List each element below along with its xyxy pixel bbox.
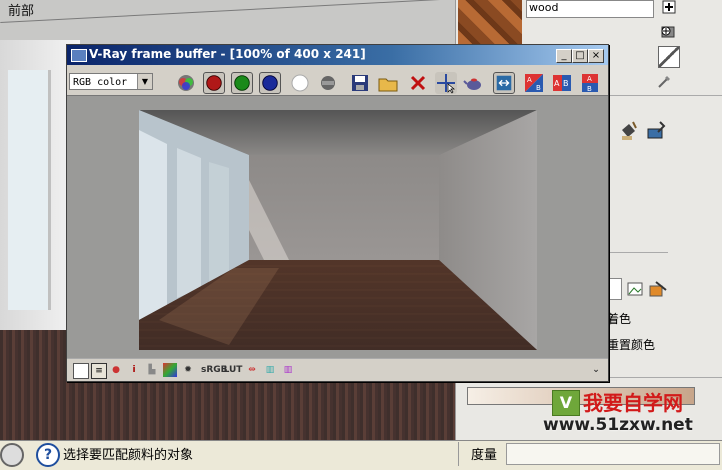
chevron-down-icon[interactable]: ⌄ (589, 363, 603, 377)
svg-text:A: A (527, 76, 532, 84)
svg-text:B: B (563, 79, 569, 88)
material-name-field[interactable]: wood (526, 0, 654, 18)
colorize-label: 着色 (607, 312, 632, 326)
minimize-button[interactable]: _ (556, 49, 572, 63)
color-corrections-icon[interactable]: ● (109, 363, 123, 377)
panel-divider (610, 95, 722, 96)
chevron-down-icon[interactable]: ▼ (137, 74, 152, 89)
color-well[interactable] (608, 278, 622, 300)
window-app-icon (71, 49, 87, 62)
load-image-icon[interactable] (377, 72, 399, 94)
blue-channel-icon[interactable] (259, 72, 281, 94)
panel-divider (610, 252, 668, 253)
help-icon[interactable]: ? (36, 443, 60, 467)
ocio-icon[interactable]: ⇹ (245, 363, 259, 377)
lut-icon[interactable] (493, 72, 515, 94)
watermark-site-name: 我要自学网 (583, 391, 683, 415)
render-area[interactable] (67, 95, 608, 358)
ab-horizontal-icon[interactable]: AB (551, 72, 573, 94)
svg-text:B: B (587, 85, 592, 93)
green-channel-icon[interactable] (231, 72, 253, 94)
paint-bucket-icon[interactable] (618, 120, 640, 142)
track-mouse-icon[interactable] (435, 72, 457, 94)
ceiling-edge-line (0, 0, 460, 24)
stamp-icon[interactable]: ▥ (263, 363, 277, 377)
window-titlebar[interactable]: V-Ray frame buffer - [100% of 400 x 241]… (67, 45, 608, 65)
status-separator (458, 442, 459, 466)
info-icon[interactable]: i (127, 363, 141, 377)
lens-effects-icon[interactable]: ▥ (281, 363, 295, 377)
alpha-channel-icon[interactable] (289, 72, 311, 94)
srgb-icon[interactable]: sRGB (201, 363, 228, 377)
eyedropper-icon[interactable] (656, 72, 674, 90)
curve-icon[interactable] (163, 363, 177, 377)
rgb-channels-icon[interactable] (175, 72, 197, 94)
edit-texture-icon[interactable] (648, 280, 668, 298)
watermark-logo: V (552, 390, 580, 416)
ab-compare-icon[interactable]: AB (523, 72, 545, 94)
exposure-icon[interactable]: ✹ (181, 363, 195, 377)
geo-location-icon[interactable] (0, 443, 24, 467)
save-image-icon[interactable] (349, 72, 371, 94)
clear-image-icon[interactable] (407, 72, 429, 94)
lut-text-icon[interactable]: LUT (223, 363, 243, 377)
svg-text:B: B (536, 84, 541, 92)
status-message: 选择要匹配颜料的对象 (63, 448, 194, 463)
levels-icon[interactable]: ▙ (145, 363, 159, 377)
panel-divider (610, 377, 722, 378)
vray-frame-buffer-window: V-Ray frame buffer - [100% of 400 x 241]… (66, 44, 609, 382)
reset-color-label[interactable]: 重置颜色 (607, 336, 655, 353)
mono-icon[interactable] (317, 72, 339, 94)
svg-text:A: A (554, 79, 560, 88)
vfb-bottom-toolbar: ≡ ● i ▙ ✹ sRGB LUT ⇹ ▥ ▥ ⌄ (67, 358, 608, 381)
window-toggle-icon[interactable] (73, 363, 89, 379)
window-title: V-Ray frame buffer - [100% of 400 x 241] (89, 47, 366, 61)
close-button[interactable]: × (588, 49, 604, 63)
ab-vertical-icon[interactable]: AB (579, 72, 601, 94)
add-material-icon[interactable] (660, 22, 678, 40)
watermark-site-url: www.51zxw.net (543, 415, 693, 435)
teapot-render-icon[interactable] (463, 72, 485, 94)
svg-text:A: A (587, 75, 592, 83)
create-material-icon[interactable] (662, 0, 676, 14)
view-name-label: 前部 (8, 4, 35, 19)
rendered-image (139, 110, 537, 350)
red-channel-icon[interactable] (203, 72, 225, 94)
maximize-button[interactable]: □ (572, 49, 588, 63)
paint-monitor-icon[interactable] (646, 120, 668, 142)
measurements-field[interactable] (506, 443, 720, 465)
texture-image-icon[interactable] (626, 280, 644, 298)
vfb-toolbar: RGB color ▼ AB AB AB (67, 67, 608, 95)
default-material-icon[interactable] (658, 46, 680, 68)
measurements-label: 度量 (471, 448, 498, 463)
history-icon[interactable]: ≡ (91, 363, 107, 379)
viewport-window (8, 70, 51, 310)
